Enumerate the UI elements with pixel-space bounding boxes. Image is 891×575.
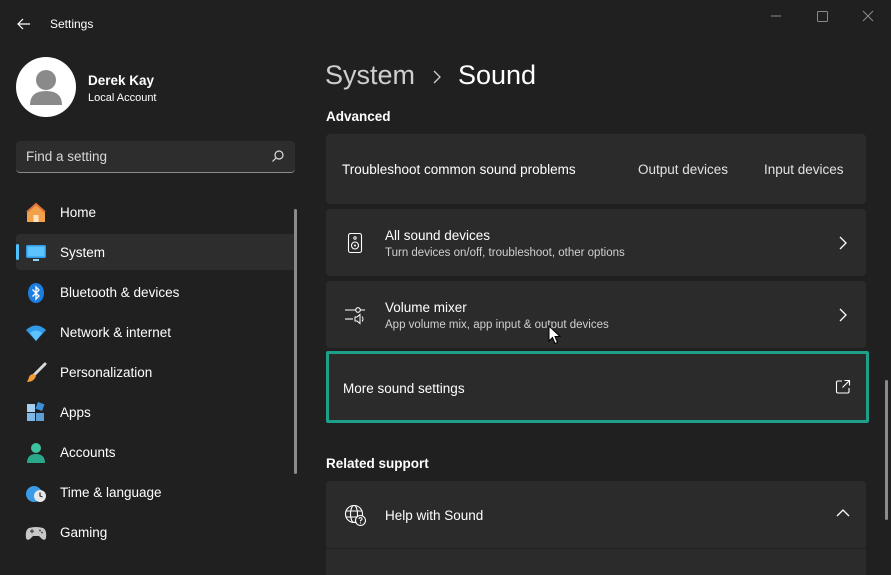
brush-icon	[27, 362, 47, 382]
chevron-right-icon	[433, 70, 441, 84]
app-title: Settings	[50, 17, 94, 31]
title-bar: Settings	[0, 0, 891, 48]
maximize-icon	[817, 11, 828, 22]
sidebar-item-apps[interactable]: Apps	[16, 394, 296, 430]
system-icon	[26, 245, 46, 261]
all-sound-devices-title: All sound devices	[385, 228, 491, 243]
volume-mixer-subtitle: App volume mix, app input & output devic…	[385, 319, 609, 331]
all-sound-devices-subtitle: Turn devices on/off, troubleshoot, other…	[385, 247, 625, 259]
more-sound-settings-card[interactable]: More sound settings	[326, 351, 869, 423]
troubleshoot-label: Troubleshoot common sound problems	[342, 162, 576, 177]
sidebar-item-accounts[interactable]: Accounts	[16, 434, 296, 470]
sidebar-item-system[interactable]: System	[16, 234, 296, 270]
volume-mixer-icon	[345, 307, 365, 325]
sidebar-item-label: Apps	[60, 405, 91, 420]
back-button[interactable]	[14, 14, 34, 34]
output-devices-link[interactable]: Output devices	[638, 162, 728, 177]
accounts-icon	[27, 443, 45, 463]
troubleshoot-card: Troubleshoot common sound problems Outpu…	[326, 134, 866, 204]
help-with-sound-title: Help with Sound	[385, 508, 484, 523]
all-sound-devices-card[interactable]: All sound devices Turn devices on/off, t…	[326, 209, 866, 276]
sidebar-item-label: Accounts	[60, 445, 116, 460]
sidebar-item-label: Time & language	[60, 485, 162, 500]
related-support-header: Related support	[326, 456, 429, 471]
chevron-up-icon[interactable]	[836, 508, 850, 518]
minimize-icon	[771, 15, 781, 17]
maximize-button[interactable]	[799, 6, 845, 28]
volume-mixer-title: Volume mixer	[385, 300, 467, 315]
person-icon	[30, 70, 62, 105]
speaker-icon	[347, 233, 363, 253]
sidebar-item-label: Home	[60, 205, 97, 220]
search-box[interactable]	[16, 141, 295, 173]
breadcrumb-system[interactable]: System	[325, 60, 415, 91]
sidebar-item-time-language[interactable]: Time & language	[16, 474, 296, 510]
help-with-sound-card[interactable]: Help with Sound	[326, 481, 866, 548]
bluetooth-icon	[28, 283, 44, 303]
back-arrow-icon	[17, 18, 30, 30]
sidebar-scrollbar[interactable]	[294, 209, 297, 474]
search-input[interactable]	[16, 141, 256, 171]
input-devices-link[interactable]: Input devices	[764, 162, 844, 177]
account-type: Local Account	[88, 92, 157, 104]
help-with-sound-expanded	[326, 549, 866, 575]
user-name: Derek Kay	[88, 73, 155, 88]
sidebar-item-bluetooth[interactable]: Bluetooth & devices	[16, 274, 296, 310]
close-button[interactable]	[845, 6, 891, 28]
avatar	[16, 57, 76, 117]
sidebar-item-gaming[interactable]: Gaming	[16, 514, 296, 550]
chevron-right-icon	[839, 308, 847, 322]
sidebar-item-label: Personalization	[60, 365, 153, 380]
sidebar-item-label: Gaming	[60, 525, 108, 540]
apps-icon	[27, 402, 45, 421]
sidebar-nav: Home System Bluetooth & devices Network …	[16, 194, 296, 554]
clock-globe-icon	[26, 486, 46, 502]
chevron-right-icon	[839, 236, 847, 250]
page-title: Sound	[458, 60, 537, 90]
external-link-icon	[835, 379, 851, 394]
advanced-section-header: Advanced	[326, 109, 391, 124]
sidebar-item-personalization[interactable]: Personalization	[16, 354, 296, 390]
wifi-icon	[26, 325, 46, 341]
globe-help-icon	[344, 504, 366, 526]
search-icon[interactable]	[271, 149, 285, 163]
sidebar-item-label: Bluetooth & devices	[60, 285, 180, 300]
more-sound-settings-title: More sound settings	[343, 381, 465, 396]
sidebar-item-network[interactable]: Network & internet	[16, 314, 296, 350]
sidebar-item-label: System	[60, 245, 106, 260]
gamepad-icon	[25, 527, 47, 540]
mouse-cursor-icon	[548, 325, 562, 345]
minimize-button[interactable]	[753, 6, 799, 28]
sidebar-item-label: Network & internet	[60, 325, 172, 340]
home-icon	[26, 202, 46, 222]
close-icon	[862, 10, 874, 22]
content-scrollbar[interactable]	[885, 380, 888, 520]
volume-mixer-card[interactable]: Volume mixer App volume mix, app input &…	[326, 281, 866, 348]
sidebar-item-home[interactable]: Home	[16, 194, 296, 230]
